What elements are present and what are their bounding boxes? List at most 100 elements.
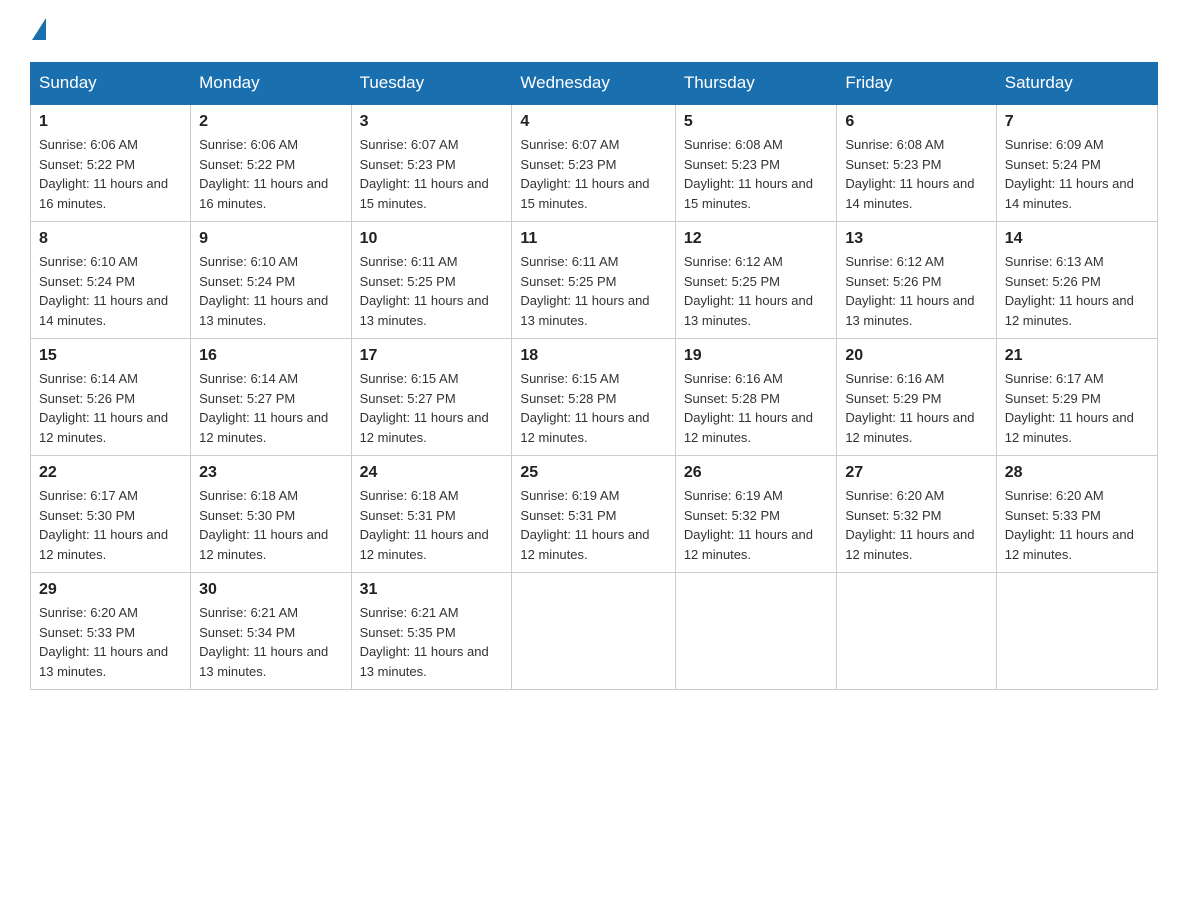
day-number: 22 [39,464,182,482]
day-number: 9 [199,230,342,248]
day-info: Sunrise: 6:10 AMSunset: 5:24 PMDaylight:… [39,254,168,328]
day-info: Sunrise: 6:16 AMSunset: 5:29 PMDaylight:… [845,371,974,445]
day-info: Sunrise: 6:21 AMSunset: 5:35 PMDaylight:… [360,605,489,679]
day-number: 27 [845,464,987,482]
calendar-week-row: 29 Sunrise: 6:20 AMSunset: 5:33 PMDaylig… [31,573,1158,690]
calendar-cell: 6 Sunrise: 6:08 AMSunset: 5:23 PMDayligh… [837,104,996,222]
calendar-table: SundayMondayTuesdayWednesdayThursdayFrid… [30,62,1158,690]
day-info: Sunrise: 6:06 AMSunset: 5:22 PMDaylight:… [39,137,168,211]
calendar-cell: 4 Sunrise: 6:07 AMSunset: 5:23 PMDayligh… [512,104,675,222]
day-info: Sunrise: 6:07 AMSunset: 5:23 PMDaylight:… [360,137,489,211]
calendar-header-row: SundayMondayTuesdayWednesdayThursdayFrid… [31,63,1158,105]
day-info: Sunrise: 6:18 AMSunset: 5:30 PMDaylight:… [199,488,328,562]
calendar-cell: 2 Sunrise: 6:06 AMSunset: 5:22 PMDayligh… [191,104,351,222]
day-info: Sunrise: 6:14 AMSunset: 5:26 PMDaylight:… [39,371,168,445]
day-number: 1 [39,113,182,131]
logo-triangle-icon [32,18,46,40]
day-number: 24 [360,464,504,482]
day-number: 18 [520,347,666,365]
day-info: Sunrise: 6:15 AMSunset: 5:28 PMDaylight:… [520,371,649,445]
page-header [30,20,1158,42]
day-info: Sunrise: 6:14 AMSunset: 5:27 PMDaylight:… [199,371,328,445]
day-info: Sunrise: 6:11 AMSunset: 5:25 PMDaylight:… [360,254,489,328]
day-number: 5 [684,113,829,131]
calendar-cell: 29 Sunrise: 6:20 AMSunset: 5:33 PMDaylig… [31,573,191,690]
day-number: 4 [520,113,666,131]
calendar-header-monday: Monday [191,63,351,105]
day-info: Sunrise: 6:17 AMSunset: 5:29 PMDaylight:… [1005,371,1134,445]
calendar-cell: 13 Sunrise: 6:12 AMSunset: 5:26 PMDaylig… [837,222,996,339]
day-info: Sunrise: 6:10 AMSunset: 5:24 PMDaylight:… [199,254,328,328]
day-number: 2 [199,113,342,131]
day-number: 19 [684,347,829,365]
day-info: Sunrise: 6:13 AMSunset: 5:26 PMDaylight:… [1005,254,1134,328]
day-number: 26 [684,464,829,482]
day-info: Sunrise: 6:12 AMSunset: 5:26 PMDaylight:… [845,254,974,328]
calendar-cell: 10 Sunrise: 6:11 AMSunset: 5:25 PMDaylig… [351,222,512,339]
calendar-cell [837,573,996,690]
day-info: Sunrise: 6:16 AMSunset: 5:28 PMDaylight:… [684,371,813,445]
calendar-cell: 14 Sunrise: 6:13 AMSunset: 5:26 PMDaylig… [996,222,1157,339]
calendar-cell: 17 Sunrise: 6:15 AMSunset: 5:27 PMDaylig… [351,339,512,456]
day-number: 25 [520,464,666,482]
calendar-cell: 30 Sunrise: 6:21 AMSunset: 5:34 PMDaylig… [191,573,351,690]
calendar-cell: 20 Sunrise: 6:16 AMSunset: 5:29 PMDaylig… [837,339,996,456]
calendar-cell: 18 Sunrise: 6:15 AMSunset: 5:28 PMDaylig… [512,339,675,456]
day-info: Sunrise: 6:09 AMSunset: 5:24 PMDaylight:… [1005,137,1134,211]
calendar-cell [675,573,837,690]
logo [30,20,46,42]
day-number: 3 [360,113,504,131]
day-number: 7 [1005,113,1149,131]
calendar-cell: 23 Sunrise: 6:18 AMSunset: 5:30 PMDaylig… [191,456,351,573]
calendar-header-sunday: Sunday [31,63,191,105]
day-info: Sunrise: 6:15 AMSunset: 5:27 PMDaylight:… [360,371,489,445]
calendar-cell: 27 Sunrise: 6:20 AMSunset: 5:32 PMDaylig… [837,456,996,573]
day-info: Sunrise: 6:20 AMSunset: 5:33 PMDaylight:… [39,605,168,679]
day-number: 11 [520,230,666,248]
calendar-cell: 5 Sunrise: 6:08 AMSunset: 5:23 PMDayligh… [675,104,837,222]
calendar-cell: 24 Sunrise: 6:18 AMSunset: 5:31 PMDaylig… [351,456,512,573]
day-number: 29 [39,581,182,599]
day-info: Sunrise: 6:12 AMSunset: 5:25 PMDaylight:… [684,254,813,328]
day-info: Sunrise: 6:11 AMSunset: 5:25 PMDaylight:… [520,254,649,328]
day-number: 21 [1005,347,1149,365]
day-info: Sunrise: 6:08 AMSunset: 5:23 PMDaylight:… [684,137,813,211]
calendar-week-row: 22 Sunrise: 6:17 AMSunset: 5:30 PMDaylig… [31,456,1158,573]
calendar-cell [996,573,1157,690]
calendar-cell [512,573,675,690]
day-info: Sunrise: 6:07 AMSunset: 5:23 PMDaylight:… [520,137,649,211]
calendar-cell: 8 Sunrise: 6:10 AMSunset: 5:24 PMDayligh… [31,222,191,339]
day-number: 30 [199,581,342,599]
calendar-header-friday: Friday [837,63,996,105]
day-info: Sunrise: 6:06 AMSunset: 5:22 PMDaylight:… [199,137,328,211]
calendar-header-thursday: Thursday [675,63,837,105]
calendar-week-row: 8 Sunrise: 6:10 AMSunset: 5:24 PMDayligh… [31,222,1158,339]
day-info: Sunrise: 6:19 AMSunset: 5:32 PMDaylight:… [684,488,813,562]
calendar-cell: 3 Sunrise: 6:07 AMSunset: 5:23 PMDayligh… [351,104,512,222]
calendar-cell: 7 Sunrise: 6:09 AMSunset: 5:24 PMDayligh… [996,104,1157,222]
day-info: Sunrise: 6:19 AMSunset: 5:31 PMDaylight:… [520,488,649,562]
calendar-cell: 21 Sunrise: 6:17 AMSunset: 5:29 PMDaylig… [996,339,1157,456]
calendar-cell: 22 Sunrise: 6:17 AMSunset: 5:30 PMDaylig… [31,456,191,573]
calendar-cell: 16 Sunrise: 6:14 AMSunset: 5:27 PMDaylig… [191,339,351,456]
calendar-week-row: 15 Sunrise: 6:14 AMSunset: 5:26 PMDaylig… [31,339,1158,456]
calendar-cell: 12 Sunrise: 6:12 AMSunset: 5:25 PMDaylig… [675,222,837,339]
day-number: 10 [360,230,504,248]
day-number: 28 [1005,464,1149,482]
day-number: 16 [199,347,342,365]
day-number: 8 [39,230,182,248]
day-info: Sunrise: 6:21 AMSunset: 5:34 PMDaylight:… [199,605,328,679]
day-number: 14 [1005,230,1149,248]
calendar-cell: 26 Sunrise: 6:19 AMSunset: 5:32 PMDaylig… [675,456,837,573]
calendar-cell: 31 Sunrise: 6:21 AMSunset: 5:35 PMDaylig… [351,573,512,690]
calendar-cell: 19 Sunrise: 6:16 AMSunset: 5:28 PMDaylig… [675,339,837,456]
day-info: Sunrise: 6:20 AMSunset: 5:32 PMDaylight:… [845,488,974,562]
calendar-cell: 25 Sunrise: 6:19 AMSunset: 5:31 PMDaylig… [512,456,675,573]
day-number: 12 [684,230,829,248]
day-number: 15 [39,347,182,365]
day-info: Sunrise: 6:17 AMSunset: 5:30 PMDaylight:… [39,488,168,562]
calendar-cell: 1 Sunrise: 6:06 AMSunset: 5:22 PMDayligh… [31,104,191,222]
day-number: 13 [845,230,987,248]
calendar-week-row: 1 Sunrise: 6:06 AMSunset: 5:22 PMDayligh… [31,104,1158,222]
calendar-header-saturday: Saturday [996,63,1157,105]
